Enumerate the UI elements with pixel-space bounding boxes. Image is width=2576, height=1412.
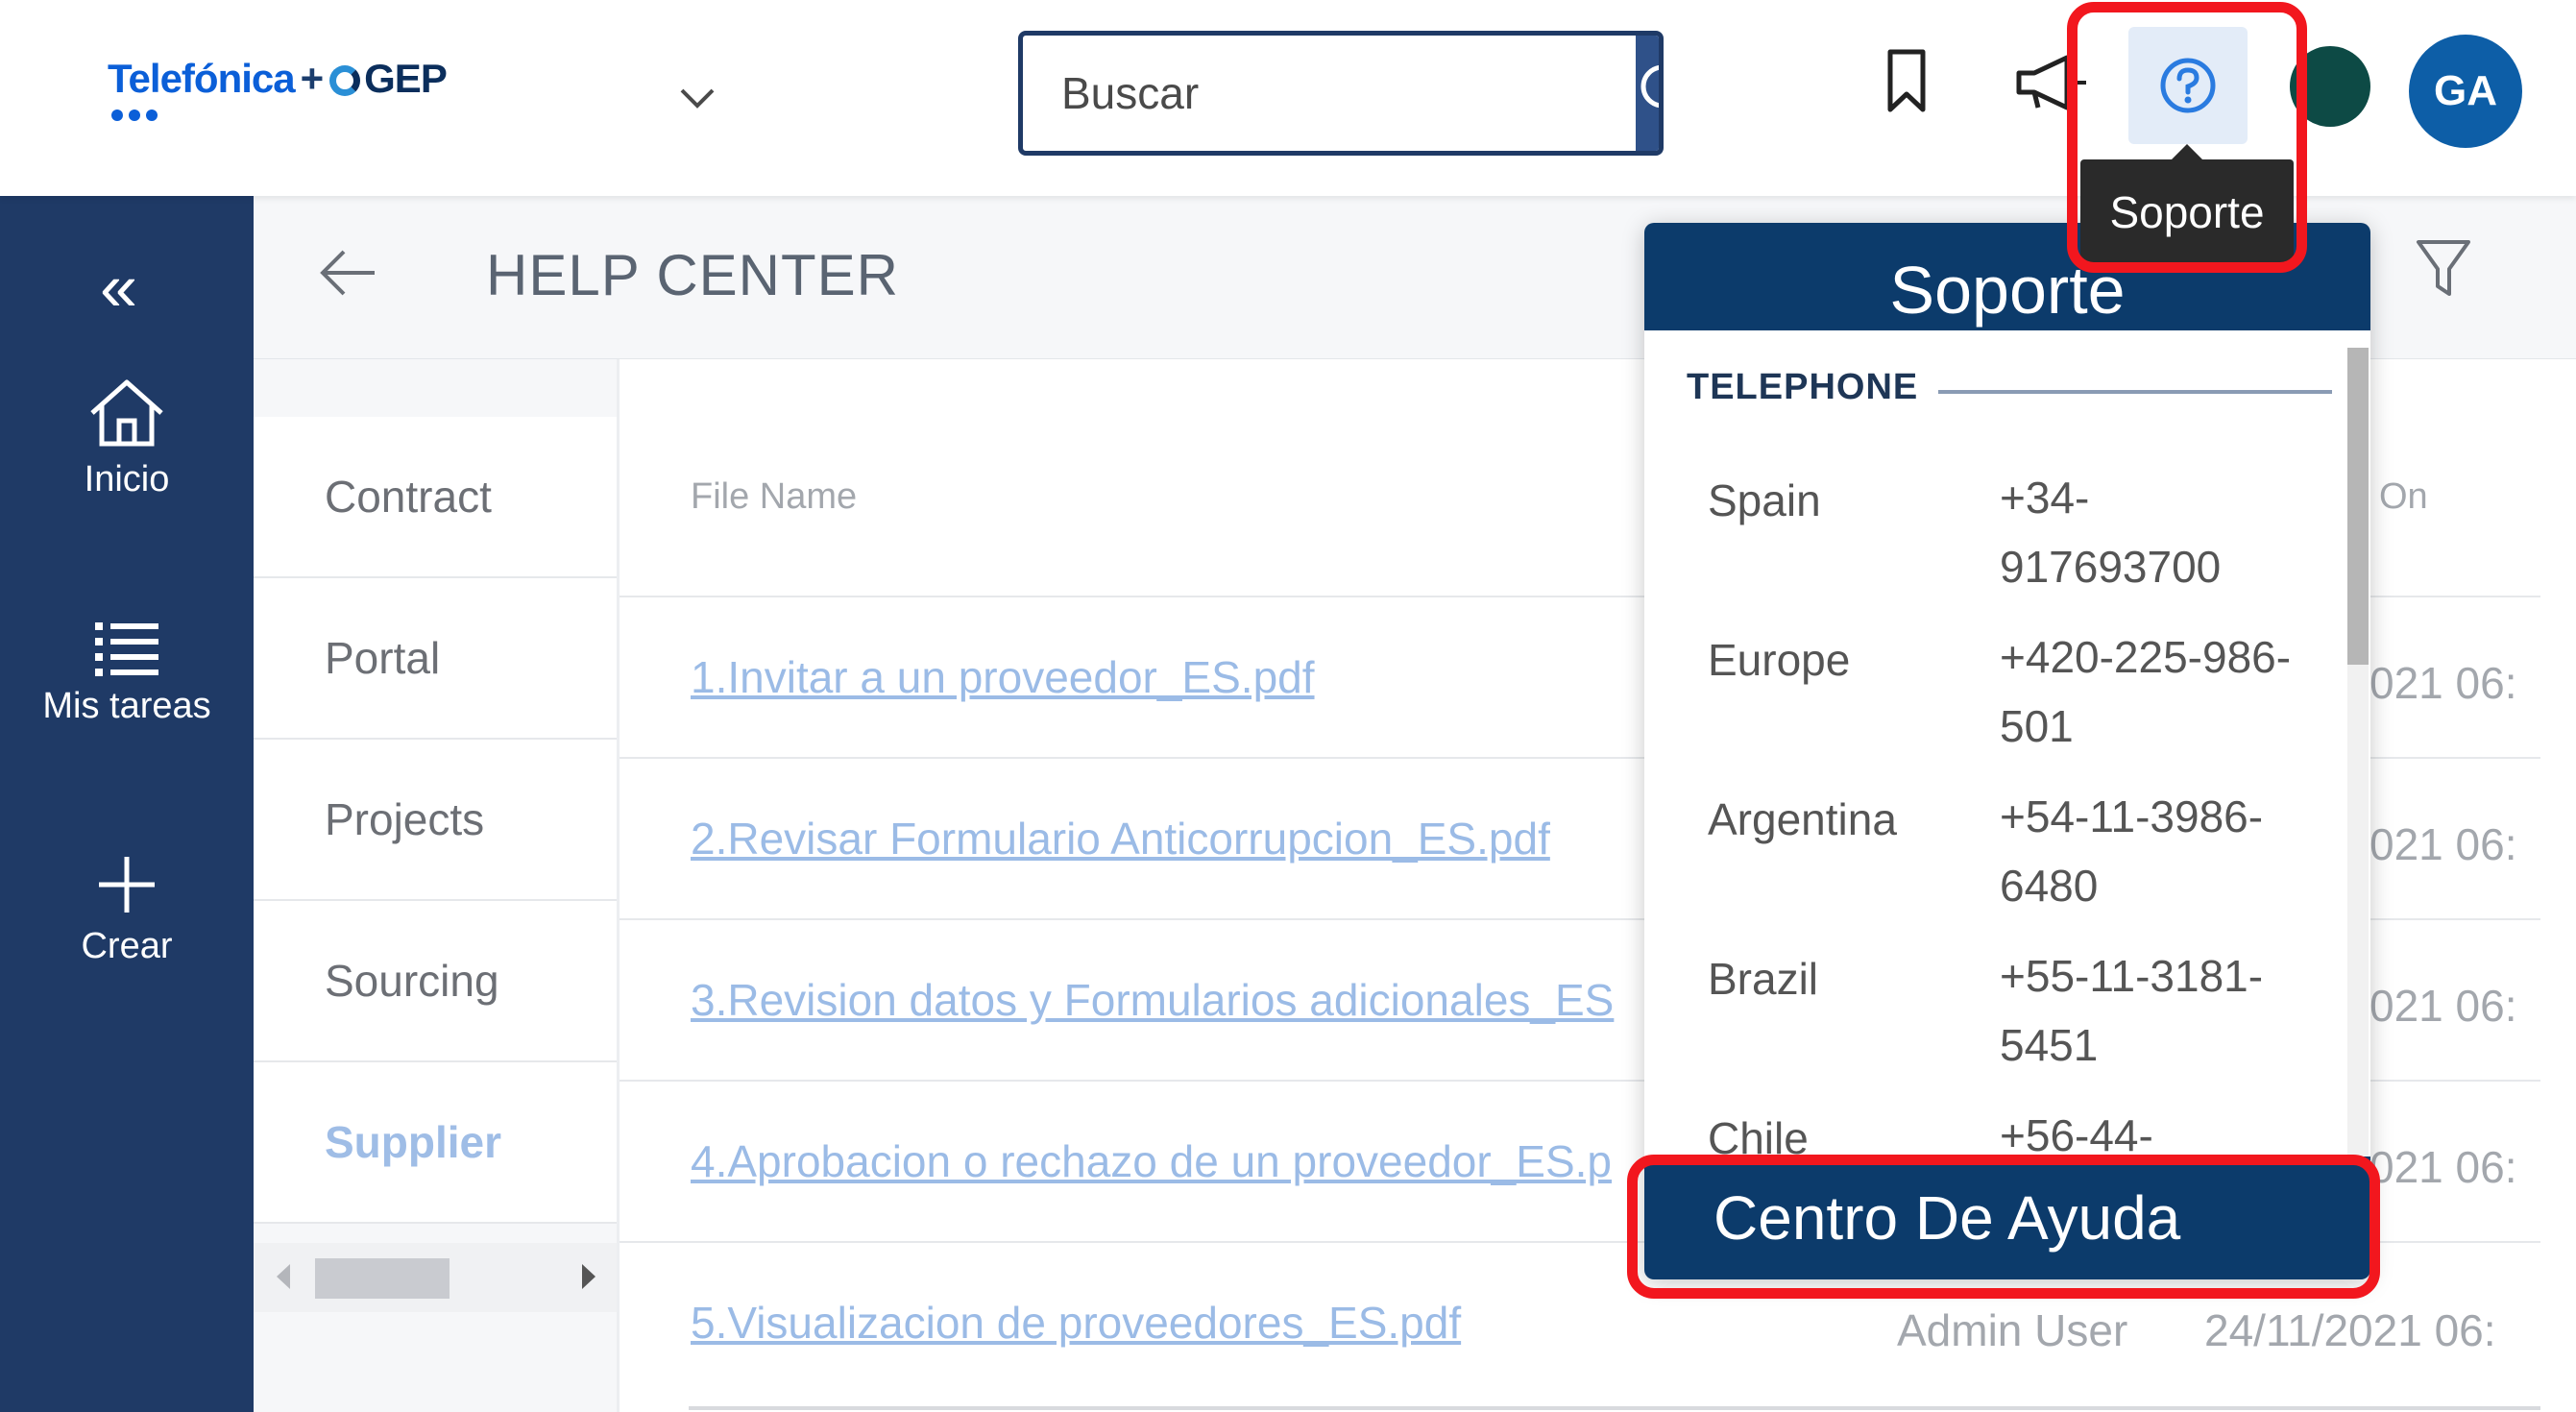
help-icon — [2160, 58, 2216, 113]
soporte-tooltip: Soporte — [2080, 144, 2294, 265]
section-title-telephone: TELEPHONE — [1687, 367, 1919, 407]
phone-number[interactable]: +55-11-3181-5451 — [2000, 941, 2307, 1080]
scroll-right-icon[interactable] — [582, 1264, 595, 1289]
plus-icon — [99, 857, 155, 913]
file-date: 021 06: — [2369, 1142, 2517, 1192]
collapse-sidebar-icon[interactable]: « — [100, 254, 137, 321]
sidebar-item-mis-tareas[interactable]: Mis tareas — [0, 619, 254, 727]
phone-country: Spain — [1708, 475, 1821, 525]
scrollbar-thumb[interactable] — [315, 1258, 450, 1299]
file-link[interactable]: 5.Visualizacion de proveedores_ES.pdf — [691, 1297, 1461, 1349]
bookmark-icon — [1887, 49, 1926, 112]
file-date: 24/11/2021 06: — [2204, 1305, 2496, 1355]
chevron-down-icon[interactable] — [678, 79, 717, 117]
category-portal[interactable]: Portal — [254, 578, 617, 740]
logo-text-gep: GEP — [364, 56, 448, 101]
file-uploaded-by: Admin User — [1897, 1305, 2128, 1355]
category-projects[interactable]: Projects — [254, 740, 617, 901]
logo-dots-icon — [111, 110, 158, 121]
phone-country: Brazil — [1708, 954, 1819, 1004]
user-avatar[interactable]: GA — [2409, 35, 2522, 148]
phone-number[interactable]: +34-917693700 — [2000, 463, 2307, 601]
announcements-button[interactable] — [2013, 54, 2090, 111]
category-sourcing[interactable]: Sourcing — [254, 901, 617, 1062]
gep-swirl-icon — [329, 65, 361, 96]
vertical-scrollbar[interactable] — [2347, 348, 2369, 1164]
logo-plus: + — [300, 56, 325, 101]
sidebar-item-label: Mis tareas — [42, 686, 211, 726]
category-contract[interactable]: Contract — [254, 417, 617, 578]
file-date: 021 06: — [2369, 981, 2517, 1031]
bottom-scroll-track — [689, 1406, 2540, 1410]
phone-number[interactable]: +54-11-3986-6480 — [2000, 782, 2307, 920]
category-panel: Contract Portal Projects Sourcing Suppli… — [254, 359, 617, 1412]
back-arrow-icon[interactable] — [317, 248, 378, 298]
file-date: 021 06: — [2369, 819, 2517, 869]
column-header-on[interactable]: On — [2379, 476, 2428, 518]
phone-number[interactable]: +420-225-986-501 — [2000, 622, 2307, 761]
list-icon — [95, 622, 158, 676]
phone-country: Europe — [1708, 635, 1851, 685]
home-icon — [90, 379, 163, 447]
column-header-file-name[interactable]: File Name — [691, 476, 857, 518]
filter-icon[interactable] — [2415, 236, 2472, 300]
partner-logo-icon[interactable] — [2290, 46, 2370, 127]
file-date: 021 06: — [2369, 658, 2517, 708]
search-bar — [1018, 31, 1664, 156]
sidebar-item-label: Crear — [81, 926, 173, 966]
sidebar-item-label: Inicio — [84, 459, 170, 499]
help-center-button[interactable]: Centro De Ayuda — [1644, 1156, 2370, 1279]
scroll-left-icon[interactable] — [277, 1264, 290, 1289]
search-input[interactable] — [1023, 36, 1636, 151]
search-button[interactable] — [1636, 36, 1659, 151]
megaphone-icon — [2016, 55, 2086, 110]
file-link[interactable]: 2.Revisar Formulario Anticorrupcion_ES.p… — [691, 813, 1550, 864]
sidebar-item-inicio[interactable]: Inicio — [0, 377, 254, 500]
file-link[interactable]: 4.Aprobacion o rechazo de un proveedor_E… — [691, 1135, 1612, 1187]
help-button[interactable] — [2128, 27, 2248, 144]
company-logo[interactable]: Telefónica + GEP — [108, 56, 448, 102]
bookmark-button[interactable] — [1883, 48, 1931, 115]
logo-text-telefonica: Telefónica — [108, 56, 296, 101]
phone-country: Argentina — [1708, 794, 1897, 844]
left-sidebar: « Inicio Mis tareas Crear — [0, 196, 254, 1412]
support-dropdown: Soporte TELEPHONE Spain +34-917693700 Eu… — [1644, 223, 2370, 1279]
file-link[interactable]: 3.Revision datos y Formularios adicional… — [691, 974, 1614, 1026]
horizontal-scrollbar[interactable] — [254, 1243, 617, 1312]
file-link[interactable]: 1.Invitar a un proveedor_ES.pdf — [691, 651, 1315, 703]
sidebar-item-crear[interactable]: Crear — [0, 853, 254, 967]
page-title: HELP CENTER — [486, 243, 900, 307]
search-icon — [1640, 64, 1659, 109]
section-divider — [1938, 390, 2332, 394]
category-supplier[interactable]: Supplier — [254, 1062, 617, 1224]
scrollbar-thumb[interactable] — [2347, 348, 2369, 665]
